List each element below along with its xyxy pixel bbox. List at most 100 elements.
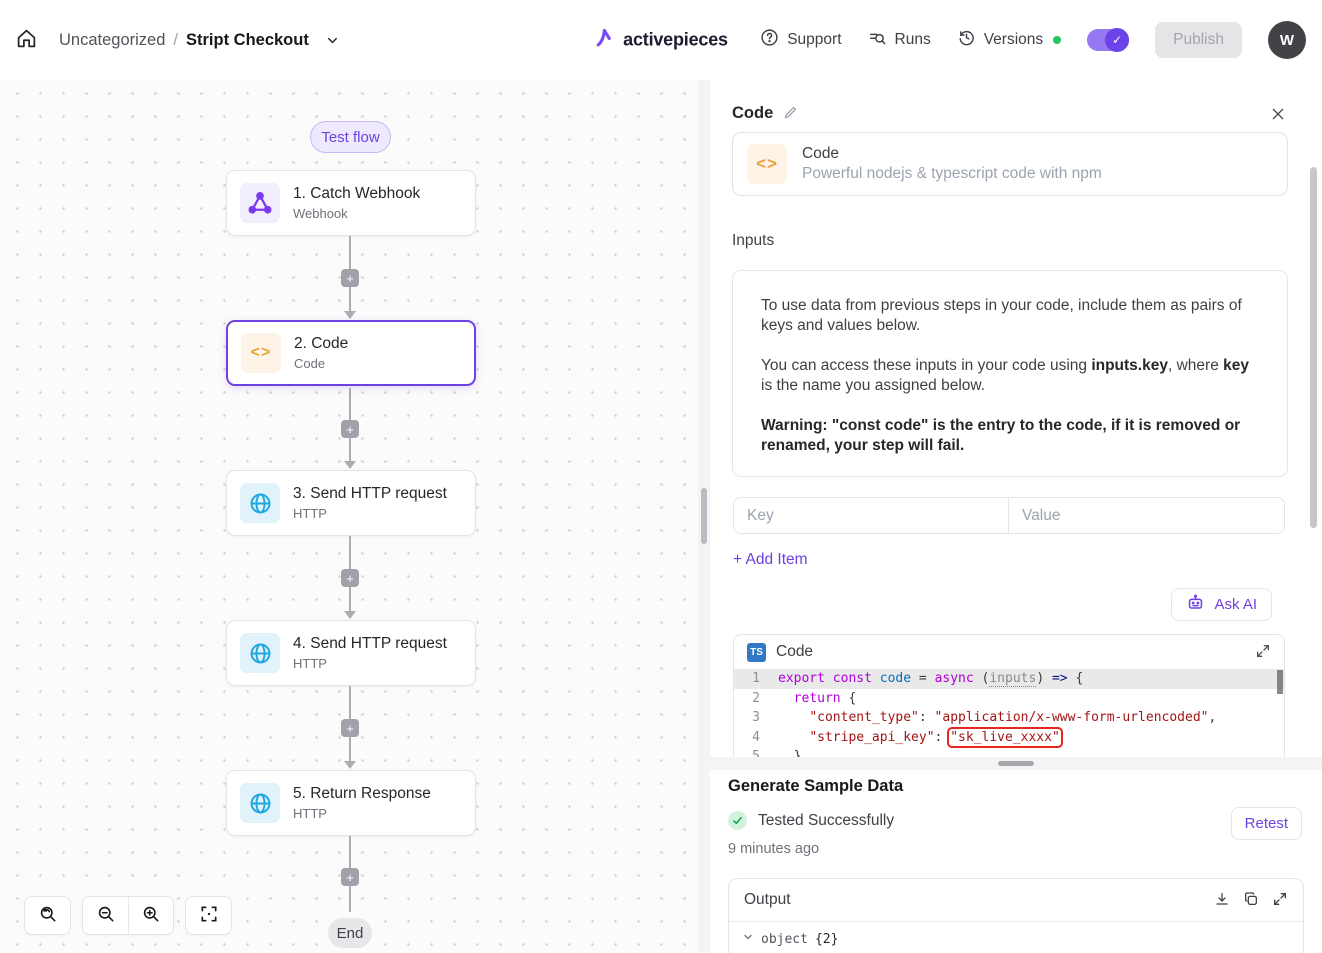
code-line[interactable]: 1export const code = async (inputs) => { <box>734 669 1284 689</box>
versions-button[interactable]: Versions <box>957 28 1043 52</box>
arrow-down-icon <box>344 311 356 319</box>
copy-icon <box>1243 891 1259 910</box>
retest-button[interactable]: Retest <box>1231 807 1302 840</box>
key-input[interactable] <box>734 498 1009 533</box>
flow-canvas[interactable]: Test flow 1. Catch Webhook Webhook + <> … <box>0 80 698 953</box>
flow-node-code[interactable]: <> 2. Code Code <box>226 320 476 386</box>
top-bar: Uncategorized / Stript Checkout activepi… <box>0 0 1322 80</box>
add-step-button[interactable]: + <box>341 868 359 886</box>
breadcrumb-separator: / <box>173 31 178 50</box>
expand-output-button[interactable] <box>1272 891 1288 910</box>
chevron-down-icon[interactable] <box>325 33 340 48</box>
code-line[interactable]: 4 "stripe_api_key": "sk_live_xxxx" <box>734 728 1284 748</box>
arrow-down-icon <box>344 611 356 619</box>
expand-icon <box>1272 891 1288 910</box>
zoom-out-button[interactable] <box>83 897 128 934</box>
end-marker: End <box>328 918 372 948</box>
generate-sample-data-title: Generate Sample Data <box>728 777 903 796</box>
activepieces-logo-icon <box>594 27 616 54</box>
test-flow-button[interactable]: Test flow <box>310 121 391 153</box>
code-scrollbar-thumb[interactable] <box>1277 670 1283 694</box>
add-item-button[interactable]: + Add Item <box>733 551 808 569</box>
help-icon <box>760 28 779 52</box>
code-icon: <> <box>747 144 787 184</box>
reset-zoom-button[interactable] <box>25 897 70 934</box>
ask-ai-button[interactable]: Ask AI <box>1171 588 1272 621</box>
globe-icon <box>240 633 280 673</box>
node-title: 2. Code <box>294 335 348 353</box>
line-number: 2 <box>734 689 778 709</box>
test-status-row: Tested Successfully <box>728 811 894 830</box>
publish-button[interactable]: Publish <box>1155 22 1242 58</box>
arrow-down-icon <box>344 761 356 769</box>
flow-node-http-2[interactable]: 4. Send HTTP request HTTP <box>226 620 476 686</box>
node-subtitle: HTTP <box>293 506 447 521</box>
add-step-button[interactable]: + <box>341 719 359 737</box>
fit-view-button[interactable] <box>186 897 231 934</box>
step-card-title: Code <box>802 145 1102 163</box>
robot-icon <box>1186 593 1205 616</box>
expand-code-button[interactable] <box>1255 643 1271 662</box>
inputs-help-box: To use data from previous steps in your … <box>732 270 1288 477</box>
pencil-icon <box>783 105 798 123</box>
chevron-down-icon[interactable] <box>742 931 754 947</box>
panel-scrollbar-thumb[interactable] <box>1310 167 1317 528</box>
support-label: Support <box>787 31 841 49</box>
home-button[interactable] <box>16 28 37 52</box>
runs-icon <box>868 28 887 52</box>
output-title: Output <box>744 891 1214 909</box>
copy-output-button[interactable] <box>1243 891 1259 910</box>
draft-status-dot <box>1053 36 1061 44</box>
add-step-button[interactable]: + <box>341 569 359 587</box>
node-subtitle: HTTP <box>293 806 431 821</box>
code-line[interactable]: 3 "content_type": "application/x-www-for… <box>734 708 1284 728</box>
panel-resize-divider[interactable] <box>698 80 710 953</box>
close-panel-button[interactable] <box>1270 106 1286 125</box>
breadcrumb-flow-name[interactable]: Stript Checkout <box>186 31 309 50</box>
step-settings-panel: Code <> Code Powerful nodejs & typescrip… <box>710 80 1322 953</box>
value-input[interactable] <box>1009 498 1284 533</box>
home-icon <box>16 28 37 52</box>
node-subtitle: Code <box>294 356 348 371</box>
webhook-icon <box>240 183 280 223</box>
support-button[interactable]: Support <box>760 28 841 52</box>
node-subtitle: Webhook <box>293 206 420 221</box>
runs-button[interactable]: Runs <box>868 28 931 52</box>
step-info-card: <> Code Powerful nodejs & typescript cod… <box>732 132 1288 196</box>
flow-node-http-1[interactable]: 3. Send HTTP request HTTP <box>226 470 476 536</box>
avatar[interactable]: W <box>1268 21 1306 59</box>
runs-label: Runs <box>895 31 931 49</box>
code-line[interactable]: 2 return { <box>734 689 1284 709</box>
input-pair-row <box>733 497 1285 534</box>
code-line[interactable]: 5 } <box>734 747 1284 757</box>
test-status-text: Tested Successfully <box>758 812 894 830</box>
code-lines[interactable]: 1export const code = async (inputs) => {… <box>734 669 1284 757</box>
inputs-section-label: Inputs <box>732 232 774 250</box>
app-window: Uncategorized / Stript Checkout activepi… <box>0 0 1322 953</box>
zoom-in-button[interactable] <box>128 897 173 934</box>
reset-zoom-icon <box>38 904 58 927</box>
node-title: 4. Send HTTP request <box>293 635 447 653</box>
flow-enabled-toggle[interactable]: ✓ <box>1087 29 1129 51</box>
arrow-down-icon <box>344 461 356 469</box>
output-tree-row: object {2} <box>729 922 1303 953</box>
connector: + <box>349 686 351 768</box>
download-output-button[interactable] <box>1214 891 1230 910</box>
help-paragraph-2: You can access these inputs in your code… <box>761 356 1259 396</box>
breadcrumb-category[interactable]: Uncategorized <box>59 31 165 50</box>
annotation-highlight: "sk_live_xxxx" <box>950 730 1060 745</box>
add-step-button[interactable]: + <box>341 420 359 438</box>
divider-grip[interactable] <box>701 488 707 544</box>
flow-node-catch-webhook[interactable]: 1. Catch Webhook Webhook <box>226 170 476 236</box>
zoom-out-icon <box>96 904 116 927</box>
step-card-description: Powerful nodejs & typescript code with n… <box>802 165 1102 183</box>
zoom-in-icon <box>141 904 161 927</box>
add-step-button[interactable]: + <box>341 269 359 287</box>
code-editor-title: Code <box>776 643 1245 661</box>
typescript-icon: TS <box>747 643 766 662</box>
divider-grip[interactable] <box>998 761 1034 766</box>
rename-step-button[interactable] <box>783 105 798 123</box>
output-tree-label[interactable]: object <box>761 932 808 947</box>
flow-node-return-response[interactable]: 5. Return Response HTTP <box>226 770 476 836</box>
section-resize-divider[interactable] <box>710 757 1322 770</box>
